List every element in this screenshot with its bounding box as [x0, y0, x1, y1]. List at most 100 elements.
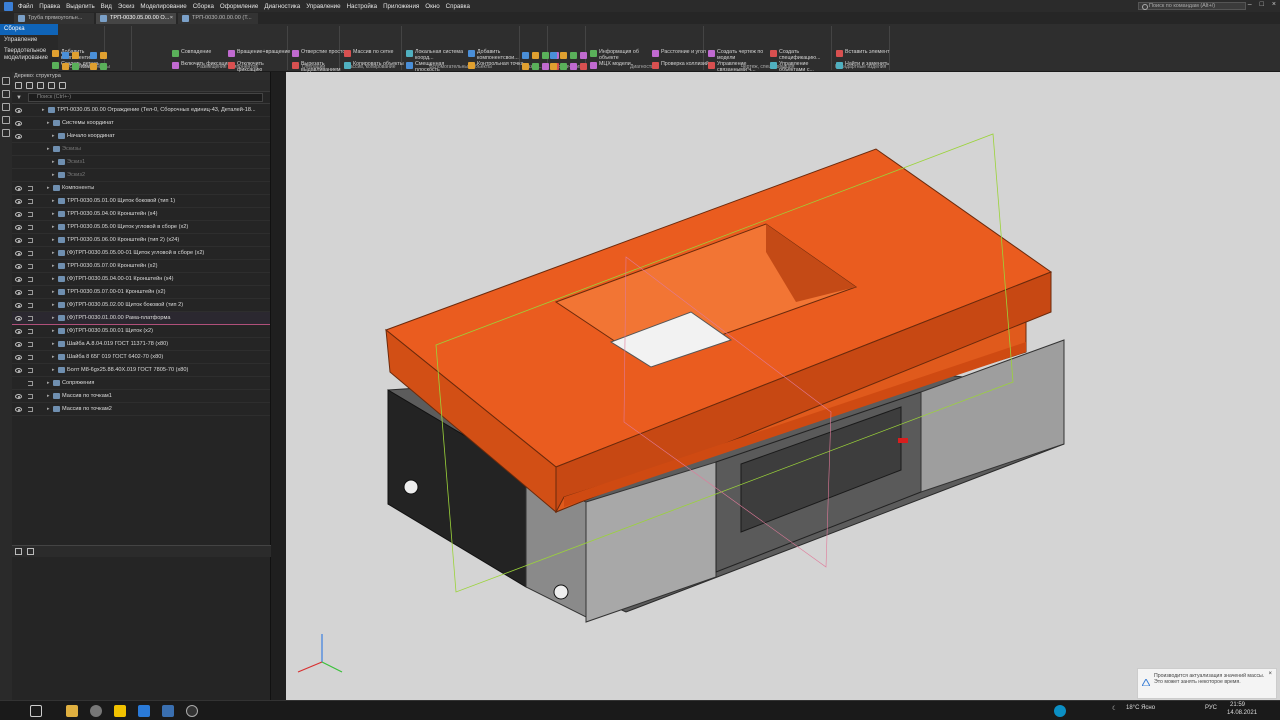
- tab-doc-3[interactable]: ТРП-0030.00.00.00 (Т...: [178, 13, 258, 24]
- close-notification-icon[interactable]: ×: [1268, 671, 1272, 677]
- ribbon-button[interactable]: Вращение+вращение: [228, 49, 290, 57]
- visibility-eye-icon[interactable]: [15, 251, 22, 256]
- list-bottom-icon[interactable]: [27, 548, 34, 555]
- tree-panel-icon[interactable]: [2, 77, 10, 85]
- tree-row[interactable]: ▸ ТРП-0030.05.06.00 Кронштейн (тип 2) (x2…: [12, 234, 270, 247]
- start-icon[interactable]: [30, 705, 42, 717]
- ribbon-button[interactable]: Локальная система коорд...: [406, 49, 466, 61]
- ribbon-small-icon[interactable]: [72, 63, 79, 70]
- menu-item[interactable]: Приложения: [383, 3, 419, 10]
- library-panel-icon[interactable]: [2, 129, 10, 137]
- ribbon-button[interactable]: Отверстие простое: [292, 49, 352, 57]
- clock-date[interactable]: 14.08.2021: [1227, 710, 1257, 716]
- menu-item[interactable]: Эскиз: [118, 3, 135, 10]
- ribbon-button[interactable]: МЦХ модели: [590, 61, 650, 69]
- menu-item[interactable]: Файл: [18, 3, 33, 10]
- tree-row[interactable]: ▸ (Ф)ТРП-0030.05.00.01 Щиток (x2): [12, 325, 270, 338]
- visibility-eye-icon[interactable]: [15, 394, 22, 399]
- include-toggle-icon[interactable]: [28, 238, 33, 243]
- browser-icon[interactable]: [90, 705, 102, 717]
- tree-options-icon[interactable]: [59, 82, 66, 89]
- ribbon-small-icon[interactable]: [522, 52, 529, 59]
- ribbon-small-icon[interactable]: [560, 63, 567, 70]
- menu-item[interactable]: Вид: [101, 3, 112, 10]
- include-toggle-icon[interactable]: [28, 303, 33, 308]
- ribbon-small-icon[interactable]: [570, 52, 577, 59]
- menu-item[interactable]: Сборка: [193, 3, 214, 10]
- parameters-panel-icon[interactable]: [2, 103, 10, 111]
- tree-row[interactable]: ▸ ТРП-0030.05.05.00 Щиток угловой в сборе…: [12, 221, 270, 234]
- tree-row[interactable]: ▸ ТРП-0030.05.00.00 Ограждение (Тел-0, Сб…: [12, 104, 270, 117]
- tree-row[interactable]: ▸ (Ф)ТРП-0030.05.04.00-01 Кронштейн (x4): [12, 273, 270, 286]
- menu-item[interactable]: Правка: [39, 3, 60, 10]
- ribbon-small-icon[interactable]: [90, 52, 97, 59]
- tree-list-icon[interactable]: [26, 82, 33, 89]
- ribbon-button[interactable]: Информация об объекте: [590, 49, 650, 61]
- include-toggle-icon[interactable]: [28, 277, 33, 282]
- visibility-eye-icon[interactable]: [15, 303, 22, 308]
- menu-item[interactable]: Настройка: [347, 3, 377, 10]
- tab-doc-2[interactable]: ТРП-0030.05.00.00 О... ×: [96, 13, 176, 24]
- ribbon-button[interactable]: Создать чертеж по модели: [708, 49, 768, 61]
- ribbon-button[interactable]: Контрольная точка: [468, 61, 528, 69]
- menu-item[interactable]: Оформление: [220, 3, 258, 10]
- include-toggle-icon[interactable]: [28, 290, 33, 295]
- properties-panel-icon[interactable]: [2, 90, 10, 98]
- include-toggle-icon[interactable]: [28, 407, 33, 412]
- file-explorer-icon[interactable]: [66, 705, 78, 717]
- include-toggle-icon[interactable]: [28, 225, 33, 230]
- ribbon-small-icon[interactable]: [570, 63, 577, 70]
- include-toggle-icon[interactable]: [28, 368, 33, 373]
- sticky-app-icon[interactable]: [114, 705, 126, 717]
- ribbon-small-icon[interactable]: [542, 63, 549, 70]
- close-icon[interactable]: ×: [1272, 1, 1276, 8]
- menu-item[interactable]: Справка: [446, 3, 470, 10]
- maximize-icon[interactable]: □: [1260, 1, 1264, 8]
- tree-row[interactable]: ▸ (Ф)ТРП-0030.05.05.00-01 Щиток угловой в…: [12, 247, 270, 260]
- tree-structure-icon[interactable]: [15, 82, 22, 89]
- visibility-eye-icon[interactable]: [15, 290, 22, 295]
- tree-row[interactable]: ▸ Массив по точкам1: [12, 390, 270, 403]
- tree-row[interactable]: ▸ ТРП-0030.05.07.00 Кронштейн (x2): [12, 260, 270, 273]
- mode-assembly[interactable]: Сборка: [0, 24, 58, 35]
- ribbon-button[interactable]: Включить фиксацию: [172, 61, 232, 69]
- visibility-eye-icon[interactable]: [15, 407, 22, 412]
- ribbon-button[interactable]: Создать спецификацию...: [770, 49, 830, 61]
- include-toggle-icon[interactable]: [28, 316, 33, 321]
- visibility-eye-icon[interactable]: [15, 316, 22, 321]
- weather-app-icon[interactable]: [1054, 705, 1066, 717]
- ribbon-button[interactable]: Найти и заменить: [836, 61, 896, 69]
- visibility-eye-icon[interactable]: [15, 368, 22, 373]
- kompas-icon[interactable]: [162, 705, 174, 717]
- outlook-icon[interactable]: [138, 705, 150, 717]
- ribbon-button[interactable]: Расстояние и угол: [652, 49, 712, 57]
- tree-row[interactable]: ▸ (Ф)ТРП-0030.05.02.00 Щиток боковой (тип…: [12, 299, 270, 312]
- include-toggle-icon[interactable]: [28, 355, 33, 360]
- tree-row[interactable]: ▸ ТРП-0030.05.01.00 Щиток боковой (тип 1): [12, 195, 270, 208]
- mode-management[interactable]: Управление: [0, 35, 58, 46]
- include-toggle-icon[interactable]: [28, 212, 33, 217]
- ribbon-small-icon[interactable]: [580, 52, 587, 59]
- menu-item[interactable]: Моделирование: [140, 3, 186, 10]
- visibility-eye-icon[interactable]: [15, 186, 22, 191]
- mode-solid-modeling[interactable]: Твердотельное моделирование: [0, 46, 58, 64]
- ribbon-button[interactable]: Совпадение: [172, 49, 232, 57]
- include-toggle-icon[interactable]: [28, 251, 33, 256]
- include-toggle-icon[interactable]: [28, 329, 33, 334]
- ribbon-button[interactable]: Вставить элемент: [836, 49, 896, 57]
- visibility-eye-icon[interactable]: [15, 108, 22, 113]
- filter-icon[interactable]: ▼: [16, 95, 22, 101]
- visibility-eye-icon[interactable]: [15, 225, 22, 230]
- ribbon-button[interactable]: Копировать объекты: [344, 61, 404, 69]
- include-toggle-icon[interactable]: [28, 186, 33, 191]
- menu-item[interactable]: Диагностика: [264, 3, 300, 10]
- ribbon-small-icon[interactable]: [522, 63, 529, 70]
- tree-row[interactable]: ▸ Шайба А.8.04.019 ГОСТ 11371-78 (x80): [12, 338, 270, 351]
- tree-sort-icon[interactable]: [48, 82, 55, 89]
- ribbon-small-icon[interactable]: [580, 63, 587, 70]
- tree-row[interactable]: ▸ Системы координат: [12, 117, 270, 130]
- ribbon-small-icon[interactable]: [550, 63, 557, 70]
- tree-row[interactable]: ▸ Шайба 8 65Г 019 ГОСТ 6402-70 (x80): [12, 351, 270, 364]
- menu-item[interactable]: Окно: [425, 3, 439, 10]
- visibility-eye-icon[interactable]: [15, 212, 22, 217]
